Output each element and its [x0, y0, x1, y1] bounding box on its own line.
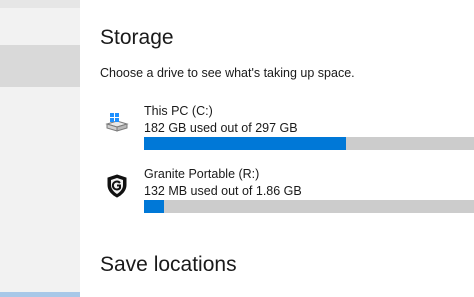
windows-drive-icon [104, 110, 130, 136]
storage-description: Choose a drive to see what's taking up s… [100, 66, 355, 80]
storage-panel: Storage Choose a drive to see what's tak… [100, 0, 474, 297]
nav-item-selected[interactable] [0, 45, 80, 87]
settings-window: Storage Choose a drive to see what's tak… [0, 0, 474, 297]
shield-drive-icon [104, 173, 130, 199]
drive-usage-bar-fill [144, 137, 347, 150]
navigation-pane [0, 0, 80, 297]
section-title-save-locations: Save locations [100, 253, 237, 276]
drive-usage-text: 132 MB used out of 1.86 GB [144, 184, 302, 198]
drive-usage-text: 182 GB used out of 297 GB [144, 121, 298, 135]
page-title: Storage [100, 26, 174, 49]
drive-usage-bar [144, 200, 474, 213]
drive-usage-bar-fill [144, 200, 164, 213]
drive-item-r[interactable]: Granite Portable (R:) 132 MB used out of… [100, 167, 474, 217]
nav-item[interactable] [0, 292, 80, 297]
nav-item[interactable] [0, 0, 80, 8]
drive-item-c[interactable]: This PC (C:) 182 GB used out of 297 GB [100, 104, 474, 154]
drive-name: Granite Portable (R:) [144, 167, 260, 181]
drive-usage-bar [144, 137, 474, 150]
drive-name: This PC (C:) [144, 104, 213, 118]
